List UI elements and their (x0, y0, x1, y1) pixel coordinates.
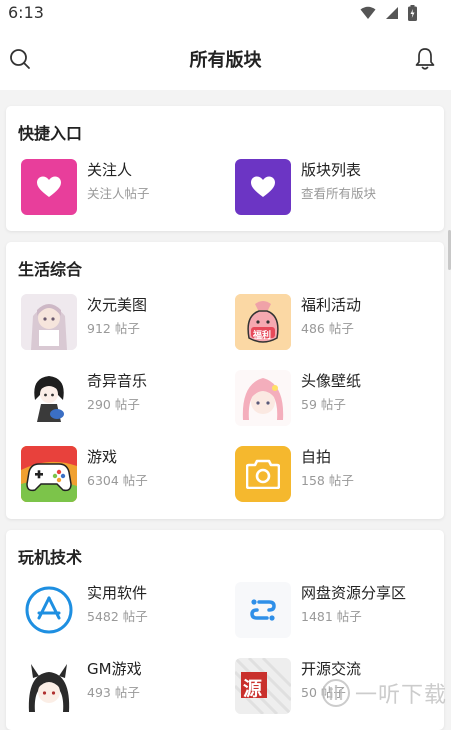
board-item-games[interactable]: 游戏 6304 帖子 (21, 446, 226, 508)
board-name: 次元美图 (87, 296, 148, 314)
money-bag-thumbnail: 福利 (235, 294, 291, 350)
source-stamp-thumbnail: 源 (235, 658, 291, 714)
board-item-anime-art[interactable]: 次元美图 912 帖子 (21, 294, 226, 356)
watermark-logo-icon (321, 679, 350, 707)
board-item-cloud-drive[interactable]: 网盘资源分享区 1481 帖子 (235, 582, 440, 644)
section-title: 生活综合 (18, 260, 83, 279)
board-item-avatar-wallpaper[interactable]: 头像壁纸 59 帖子 (235, 370, 440, 432)
status-time: 6:13 (8, 3, 44, 22)
section-title: 玩机技术 (18, 548, 83, 567)
board-subtitle: 查看所有版块 (301, 186, 377, 201)
source-badge: 源 (243, 678, 263, 700)
board-item-selfie[interactable]: 自拍 158 帖子 (235, 446, 440, 508)
heart-icon (235, 159, 291, 215)
board-item-gm-games[interactable]: GM游戏 493 帖子 (21, 658, 226, 720)
board-item-welfare[interactable]: 福利 福利活动 486 帖子 (235, 294, 440, 356)
board-name: 关注人 (87, 161, 133, 179)
watermark-text: 一听下载 (354, 683, 447, 708)
status-bar: 6:13 (0, 0, 451, 26)
anime-pink-hair-thumbnail (235, 370, 291, 426)
board-post-count: 486 帖子 (301, 321, 354, 336)
board-name: 实用软件 (87, 584, 148, 602)
heart-icon (21, 159, 77, 215)
link-icon (235, 582, 291, 638)
board-post-count: 1481 帖子 (301, 609, 362, 624)
app-store-icon (21, 582, 77, 638)
watermark: 一听下载 (321, 677, 447, 709)
board-name: 游戏 (87, 448, 118, 466)
app-bar: 所有版块 (0, 26, 451, 90)
section-lifestyle: 生活综合 次元美图 912 帖子 福利 福利活动 486 帖子 奇异音乐 290… (6, 242, 444, 519)
board-item-board-list[interactable]: 版块列表 查看所有版块 (235, 159, 440, 221)
board-name: 自拍 (301, 448, 332, 466)
battery-icon (408, 5, 417, 21)
board-name: GM游戏 (87, 660, 142, 678)
board-name: 福利活动 (301, 296, 362, 314)
section-quick-access: 快捷入口 关注人 关注人帖子 版块列表 查看所有版块 (6, 106, 444, 231)
board-post-count: 5482 帖子 (87, 609, 148, 624)
board-post-count: 6304 帖子 (87, 473, 148, 488)
anime-guitar-thumbnail (21, 370, 77, 426)
board-name: 奇异音乐 (87, 372, 148, 390)
section-title: 快捷入口 (18, 124, 83, 143)
wifi-icon (360, 6, 376, 19)
board-item-following[interactable]: 关注人 关注人帖子 (21, 159, 226, 221)
board-item-useful-software[interactable]: 实用软件 5482 帖子 (21, 582, 226, 644)
anime-girl-thumbnail (21, 294, 77, 350)
board-post-count: 290 帖子 (87, 397, 140, 412)
board-post-count: 158 帖子 (301, 473, 354, 488)
board-name: 开源交流 (301, 660, 362, 678)
board-subtitle: 关注人帖子 (87, 186, 150, 201)
signal-icon (386, 7, 398, 19)
camera-thumbnail (235, 446, 291, 502)
bell-icon[interactable] (415, 47, 435, 71)
board-name: 网盘资源分享区 (301, 584, 407, 602)
board-post-count: 493 帖子 (87, 685, 140, 700)
board-item-music[interactable]: 奇异音乐 290 帖子 (21, 370, 226, 432)
board-post-count: 59 帖子 (301, 397, 346, 412)
gamepad-thumbnail (21, 446, 77, 502)
page-title: 所有版块 (189, 50, 262, 71)
board-name: 版块列表 (301, 161, 362, 179)
board-post-count: 912 帖子 (87, 321, 140, 336)
anime-catgirl-thumbnail (21, 658, 77, 714)
welfare-badge: 福利 (253, 331, 272, 341)
board-name: 头像壁纸 (301, 372, 362, 390)
